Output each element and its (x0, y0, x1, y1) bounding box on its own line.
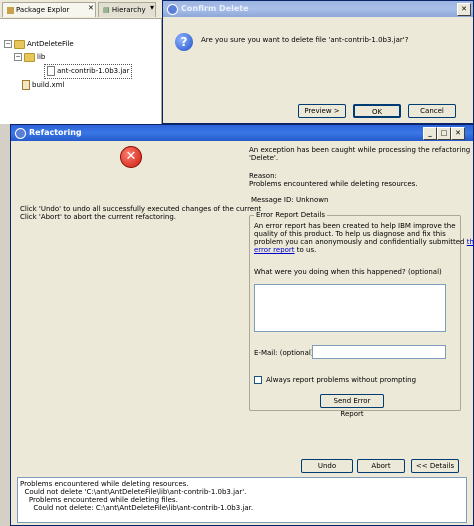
confirm-message: Are you sure you want to delete file 'an… (201, 36, 409, 44)
collapse-icon[interactable]: − (14, 53, 22, 61)
preview-button[interactable]: Preview > (298, 104, 346, 118)
details-line-3: Problems encountered while deleting file… (20, 496, 178, 504)
close-window-button[interactable]: ✕ (451, 127, 465, 140)
cancel-button[interactable]: Cancel (408, 104, 456, 118)
report-line-4: to us. (294, 246, 317, 254)
tab-hierarchy[interactable]: ▤ Hierarchy (98, 2, 156, 17)
folder-icon (24, 52, 35, 62)
error-icon: ✕ (120, 146, 142, 168)
report-line-2: quality of this product. To help us diag… (254, 230, 446, 238)
reason-text: Problems encountered while deleting reso… (249, 180, 418, 188)
error-report-link-continued[interactable]: error report (254, 246, 295, 254)
report-line-1: An error report has been created to help… (254, 222, 456, 230)
package-explorer-tree: − AntDeleteFile − lib ant-contrib-1.0b3.ja… (0, 19, 162, 124)
details-button[interactable]: << Details (411, 459, 459, 473)
undo-button[interactable]: Undo (301, 459, 353, 473)
always-report-label: Always report problems without prompting (266, 376, 417, 384)
confirm-delete-dialog: Confirm Delete ✕ ? Are you sure you want… (162, 0, 474, 124)
maximize-button[interactable]: □ (437, 127, 451, 140)
refactoring-dialog: Refactoring _ □ ✕ ✕ Click 'Undo' to undo… (10, 124, 474, 526)
details-line-4: Could not delete: C:\ant\AntDeleteFile\l… (20, 504, 254, 512)
hierarchy-icon: ▤ (103, 6, 110, 14)
refactoring-titlebar: Refactoring _ □ ✕ (11, 125, 473, 141)
minimize-button[interactable]: _ (423, 127, 437, 140)
error-report-group-label: Error Report Details (254, 211, 327, 219)
package-explorer-tabbar: Package Explor ✕ ▤ Hierarchy ▾ (0, 0, 162, 19)
details-line-1: Problems encountered while deleting reso… (20, 480, 189, 488)
question-label: What were you doing when this happened? … (254, 268, 442, 276)
exception-line-2: 'Delete'. (249, 154, 279, 162)
details-line-2: Could not delete 'C:\ant\AntDeleteFile\l… (20, 488, 247, 496)
tree-item-jar[interactable]: ant-contrib-1.0b3.jar (44, 64, 133, 79)
jar-file-icon (47, 66, 55, 76)
eclipse-icon (167, 4, 178, 15)
close-window-button[interactable]: ✕ (457, 3, 471, 16)
collapse-icon[interactable]: − (4, 40, 12, 48)
tree-item-lib[interactable]: − lib (14, 51, 45, 64)
confirm-delete-titlebar: Confirm Delete ✕ (163, 1, 473, 17)
project-folder-icon (14, 39, 25, 49)
tab-package-explorer[interactable]: Package Explor (2, 2, 96, 17)
view-menu-icon[interactable]: ▾ (150, 3, 154, 12)
xml-file-icon (22, 80, 30, 90)
package-icon (7, 6, 14, 14)
message-id: Message ID: Unknown (251, 196, 329, 204)
instruction-line-2: Click 'Abort' to abort the current refac… (20, 213, 177, 221)
email-input[interactable] (312, 345, 446, 359)
exception-line-1: An exception has been caught while proce… (249, 146, 471, 154)
error-report-link[interactable]: this (467, 238, 474, 246)
eclipse-icon (15, 128, 26, 139)
abort-button[interactable]: Abort (357, 459, 405, 473)
instruction-line-1: Click 'Undo' to undo all successfully ex… (20, 205, 262, 213)
question-icon: ? (175, 33, 193, 51)
ok-button[interactable]: OK (353, 104, 401, 118)
always-report-checkbox[interactable] (254, 376, 262, 384)
details-text-area[interactable]: Problems encountered while deleting reso… (17, 477, 467, 523)
report-line-3: problem you can anonymously and confiden… (254, 238, 467, 246)
what-were-you-doing-textarea[interactable] (254, 284, 446, 332)
tree-item-build-xml[interactable]: build.xml (22, 79, 64, 92)
close-icon[interactable]: ✕ (88, 4, 94, 12)
send-error-report-button[interactable]: Send Error Report (320, 394, 384, 418)
tree-item-project[interactable]: − AntDeleteFile (4, 38, 74, 51)
email-label: E-Mail: (optional) (254, 349, 314, 357)
error-report-group: Error Report Details An error report has… (249, 211, 474, 418)
reason-label: Reason: (249, 172, 277, 180)
